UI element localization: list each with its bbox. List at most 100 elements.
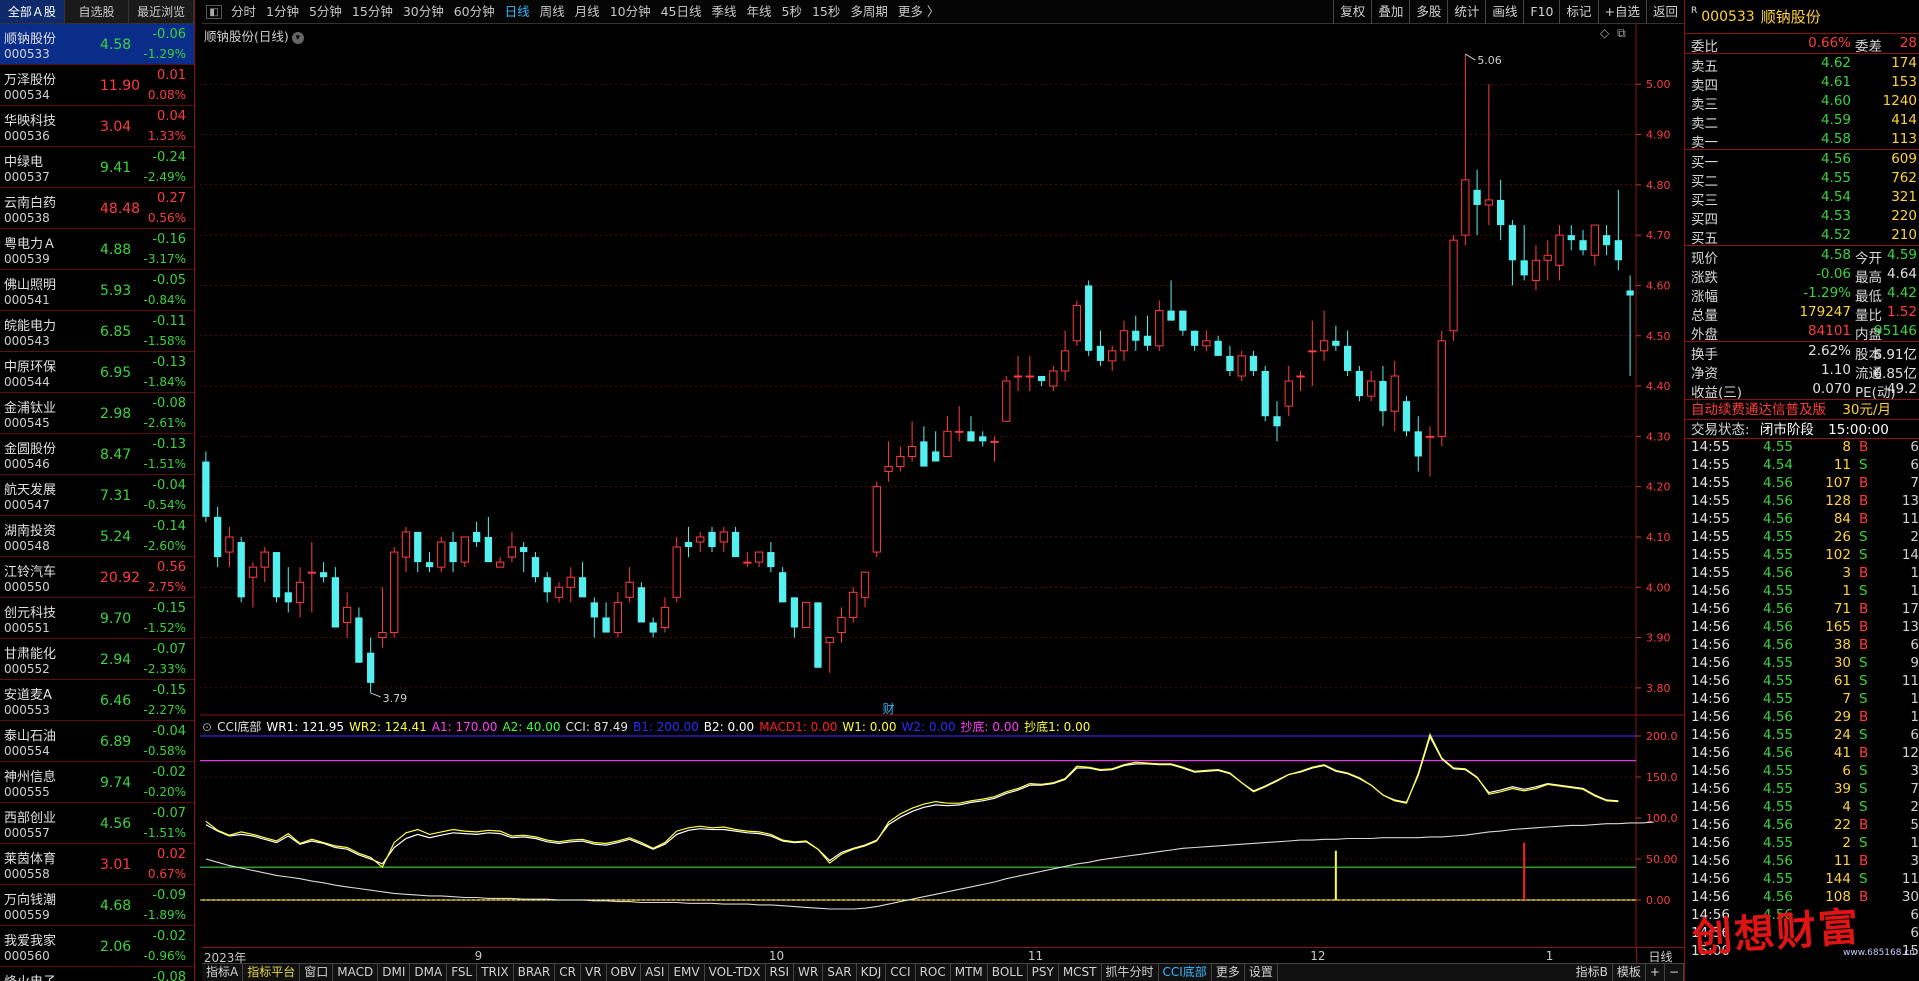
period-tab[interactable]: 15分钟 [347, 0, 398, 24]
tool-button[interactable]: 复权 [1333, 0, 1371, 24]
indicator-tab[interactable]: MCST [1059, 964, 1102, 981]
indicator-tab[interactable]: FSL [447, 964, 478, 981]
stock-row[interactable]: 甘肃能化 000552 2.94 -0.07 -2.33% [0, 639, 194, 680]
chart-canvas[interactable]: 5.00 4.90 4.80 4.70 4.60 4.50 4.40 4.30 4.20 4.10… [200, 24, 1684, 947]
stock-row[interactable]: 华映科技 000536 3.04 0.04 1.33% [0, 106, 194, 147]
indicator-tab[interactable]: SAR [823, 964, 857, 981]
indicator-tab[interactable]: CR [555, 964, 581, 981]
day-line-label[interactable]: 日线 [1636, 947, 1684, 964]
stock-row[interactable]: 粤电力Ａ 000539 4.88 -0.16 -3.17% [0, 229, 194, 270]
period-tab[interactable]: 分时 [226, 0, 261, 24]
indicator-tab[interactable]: PSY [1028, 964, 1059, 981]
indicator-tab[interactable]: 指标平台 [243, 964, 301, 981]
period-tab[interactable]: 5秒 [777, 0, 807, 24]
stock-row[interactable]: 创元科技 000551 9.70 -0.15 -1.52% [0, 598, 194, 639]
period-tab[interactable]: 15秒 [807, 0, 845, 24]
tool-button[interactable]: 多股 [1409, 0, 1447, 24]
tool-button[interactable]: +自选 [1597, 0, 1646, 24]
tool-button[interactable]: 返回 [1645, 0, 1684, 24]
tab-watchlist[interactable]: 自选股 [65, 0, 130, 23]
bottom-right-tab[interactable]: 模板 [1613, 964, 1646, 981]
order-level-row[interactable]: 卖四 4.61 153 [1685, 73, 1919, 94]
stock-row[interactable]: 万泽股份 000534 11.90 0.01 0.08% [0, 65, 194, 106]
stock-row[interactable]: 西部创业 000557 4.56 -0.07 -1.51% [0, 803, 194, 844]
indicator-tab[interactable]: 设置 [1245, 964, 1278, 981]
order-level-row[interactable]: 卖三 4.60 1240 [1685, 92, 1919, 113]
period-tab[interactable]: 季线 [707, 0, 742, 24]
period-tab[interactable]: 月线 [570, 0, 605, 24]
window-icon[interactable]: ⧉ [1617, 26, 1626, 40]
order-level-row[interactable]: 卖一 4.58 113 [1685, 130, 1919, 151]
stock-row[interactable]: 金浦钛业 000545 2.98 -0.08 -2.61% [0, 393, 194, 434]
indicator-tab[interactable]: CCI底部 [1159, 964, 1212, 981]
indicator-tab[interactable]: ROC [916, 964, 951, 981]
indicator-tab[interactable]: VR [581, 964, 607, 981]
collapse-left-icon[interactable]: ◧ [206, 4, 222, 19]
indicator-tab[interactable]: ASI [641, 964, 670, 981]
period-tab[interactable]: 5分钟 [304, 0, 347, 24]
bottom-right-tab[interactable]: − [1665, 964, 1684, 981]
indicator-tab[interactable]: 更多 [1212, 964, 1245, 981]
stock-row[interactable]: 安道麦A 000553 6.46 -0.15 -2.27% [0, 680, 194, 721]
indicator-tab[interactable]: EMV [669, 964, 705, 981]
period-tab[interactable]: 多周期 [845, 0, 893, 24]
stock-row[interactable]: 万向钱潮 000559 4.68 -0.09 -1.89% [0, 885, 194, 926]
tab-recent[interactable]: 最近浏览 [129, 0, 194, 23]
stock-row[interactable]: 神州信息 000555 9.74 -0.02 -0.20% [0, 762, 194, 803]
tool-button[interactable]: 叠加 [1371, 0, 1409, 24]
period-tab[interactable]: 30分钟 [398, 0, 449, 24]
chart-menu-icon[interactable]: ▾ [291, 31, 304, 44]
stock-row[interactable]: 皖能电力 000543 6.85 -0.11 -1.58% [0, 311, 194, 352]
order-level-row[interactable]: 买四 4.53 220 [1685, 207, 1919, 228]
indicator-pane-icon[interactable]: ⊙ [202, 720, 212, 734]
tool-button[interactable]: 标记 [1559, 0, 1597, 24]
period-tab[interactable]: 60分钟 [449, 0, 500, 24]
stock-row[interactable]: 中绿电 000537 9.41 -0.24 -2.49% [0, 147, 194, 188]
indicator-tab[interactable]: BOLL [988, 964, 1028, 981]
indicator-tab[interactable]: RSI [766, 964, 795, 981]
order-level-row[interactable]: 买二 4.55 762 [1685, 169, 1919, 190]
order-level-row[interactable]: 买一 4.56 609 [1685, 150, 1919, 171]
stock-row[interactable]: 我爱我家 000560 2.06 -0.02 -0.96% [0, 926, 194, 967]
indicator-tab[interactable]: MACD [333, 964, 379, 981]
period-tab[interactable]: 1分钟 [261, 0, 304, 24]
order-level-row[interactable]: 买五 4.52 210 [1685, 226, 1919, 247]
bottom-right-tab[interactable]: 指标B [1572, 964, 1613, 981]
order-level-row[interactable]: 买三 4.54 321 [1685, 188, 1919, 209]
period-tab[interactable]: 周线 [535, 0, 570, 24]
stock-row[interactable]: 金圆股份 000546 8.47 -0.13 -1.51% [0, 434, 194, 475]
stock-row[interactable]: 泰山石油 000554 6.89 -0.04 -0.58% [0, 721, 194, 762]
order-level-row[interactable]: 卖五 4.62 174 [1685, 54, 1919, 75]
indicator-tab[interactable]: WR [794, 964, 824, 981]
indicator-tab[interactable]: VOL-TDX [705, 964, 766, 981]
indicator-tab[interactable]: CCI [886, 964, 916, 981]
indicator-tab[interactable]: OBV [607, 964, 642, 981]
period-tab[interactable]: 45日线 [656, 0, 707, 24]
stock-row[interactable]: 江铃汽车 000550 20.92 0.56 2.75% [0, 557, 194, 598]
stock-row[interactable]: 中原环保 000544 6.95 -0.13 -1.84% [0, 352, 194, 393]
indicator-tab[interactable]: KDJ [857, 964, 887, 981]
stock-row[interactable]: 佛山照明 000541 5.93 -0.05 -0.84% [0, 270, 194, 311]
indicator-tab[interactable]: DMI [378, 964, 411, 981]
indicator-tab[interactable]: 抓牛分时 [1102, 964, 1159, 981]
stock-row[interactable]: 湖南投资 000548 5.24 -0.14 -2.60% [0, 516, 194, 557]
indicator-tab[interactable]: 指标A [202, 964, 244, 981]
tool-button[interactable]: 画线 [1485, 0, 1523, 24]
indicator-tab[interactable]: TRIX [477, 964, 514, 981]
stock-row[interactable]: 莱茵体育 000558 3.01 0.02 0.67% [0, 844, 194, 885]
period-tab[interactable]: 日线 [500, 0, 535, 24]
stock-row[interactable]: 顺钠股份 000533 4.58 -0.06 -1.29% [0, 24, 194, 65]
diamond-icon[interactable]: ◇ [1600, 26, 1609, 40]
period-tab[interactable]: 10分钟 [605, 0, 656, 24]
indicator-tab[interactable]: BRAR [514, 964, 556, 981]
stock-row[interactable]: 烽火电子 -0.08 [0, 967, 194, 981]
indicator-tab[interactable]: MTM [951, 964, 988, 981]
period-tab[interactable]: 年线 [742, 0, 777, 24]
stock-row[interactable]: 云南白药 000538 48.48 0.27 0.56% [0, 188, 194, 229]
tool-button[interactable]: 统计 [1447, 0, 1485, 24]
bottom-right-tab[interactable]: + [1646, 964, 1665, 981]
promo-banner[interactable]: 自动续费通达信普及版 30元/月 [1685, 399, 1919, 419]
period-tab[interactable]: 更多 〉 [893, 0, 944, 24]
indicator-tab[interactable]: 窗口 [300, 964, 334, 981]
stock-row[interactable]: 航天发展 000547 7.31 -0.04 -0.54% [0, 475, 194, 516]
